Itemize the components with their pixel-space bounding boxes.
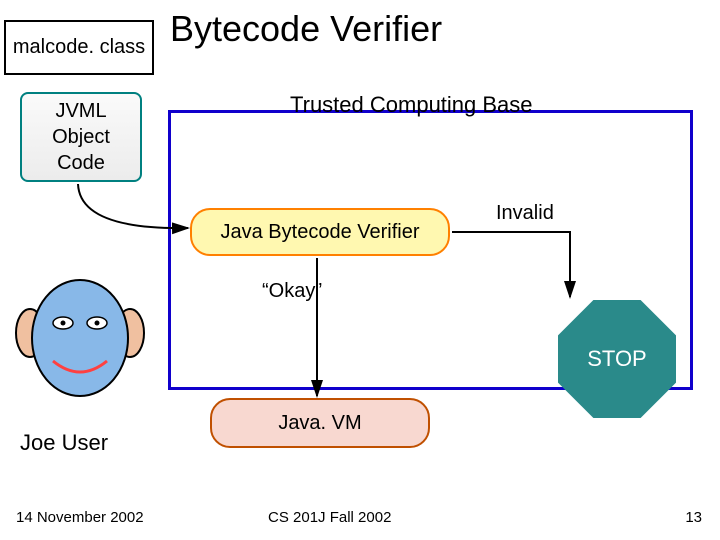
- footer-page-number: 13: [685, 509, 702, 526]
- arrow-jvml-to-verifier: [0, 0, 720, 540]
- footer-date: 14 November 2002: [16, 509, 144, 526]
- footer-course: CS 201J Fall 2002: [268, 509, 391, 526]
